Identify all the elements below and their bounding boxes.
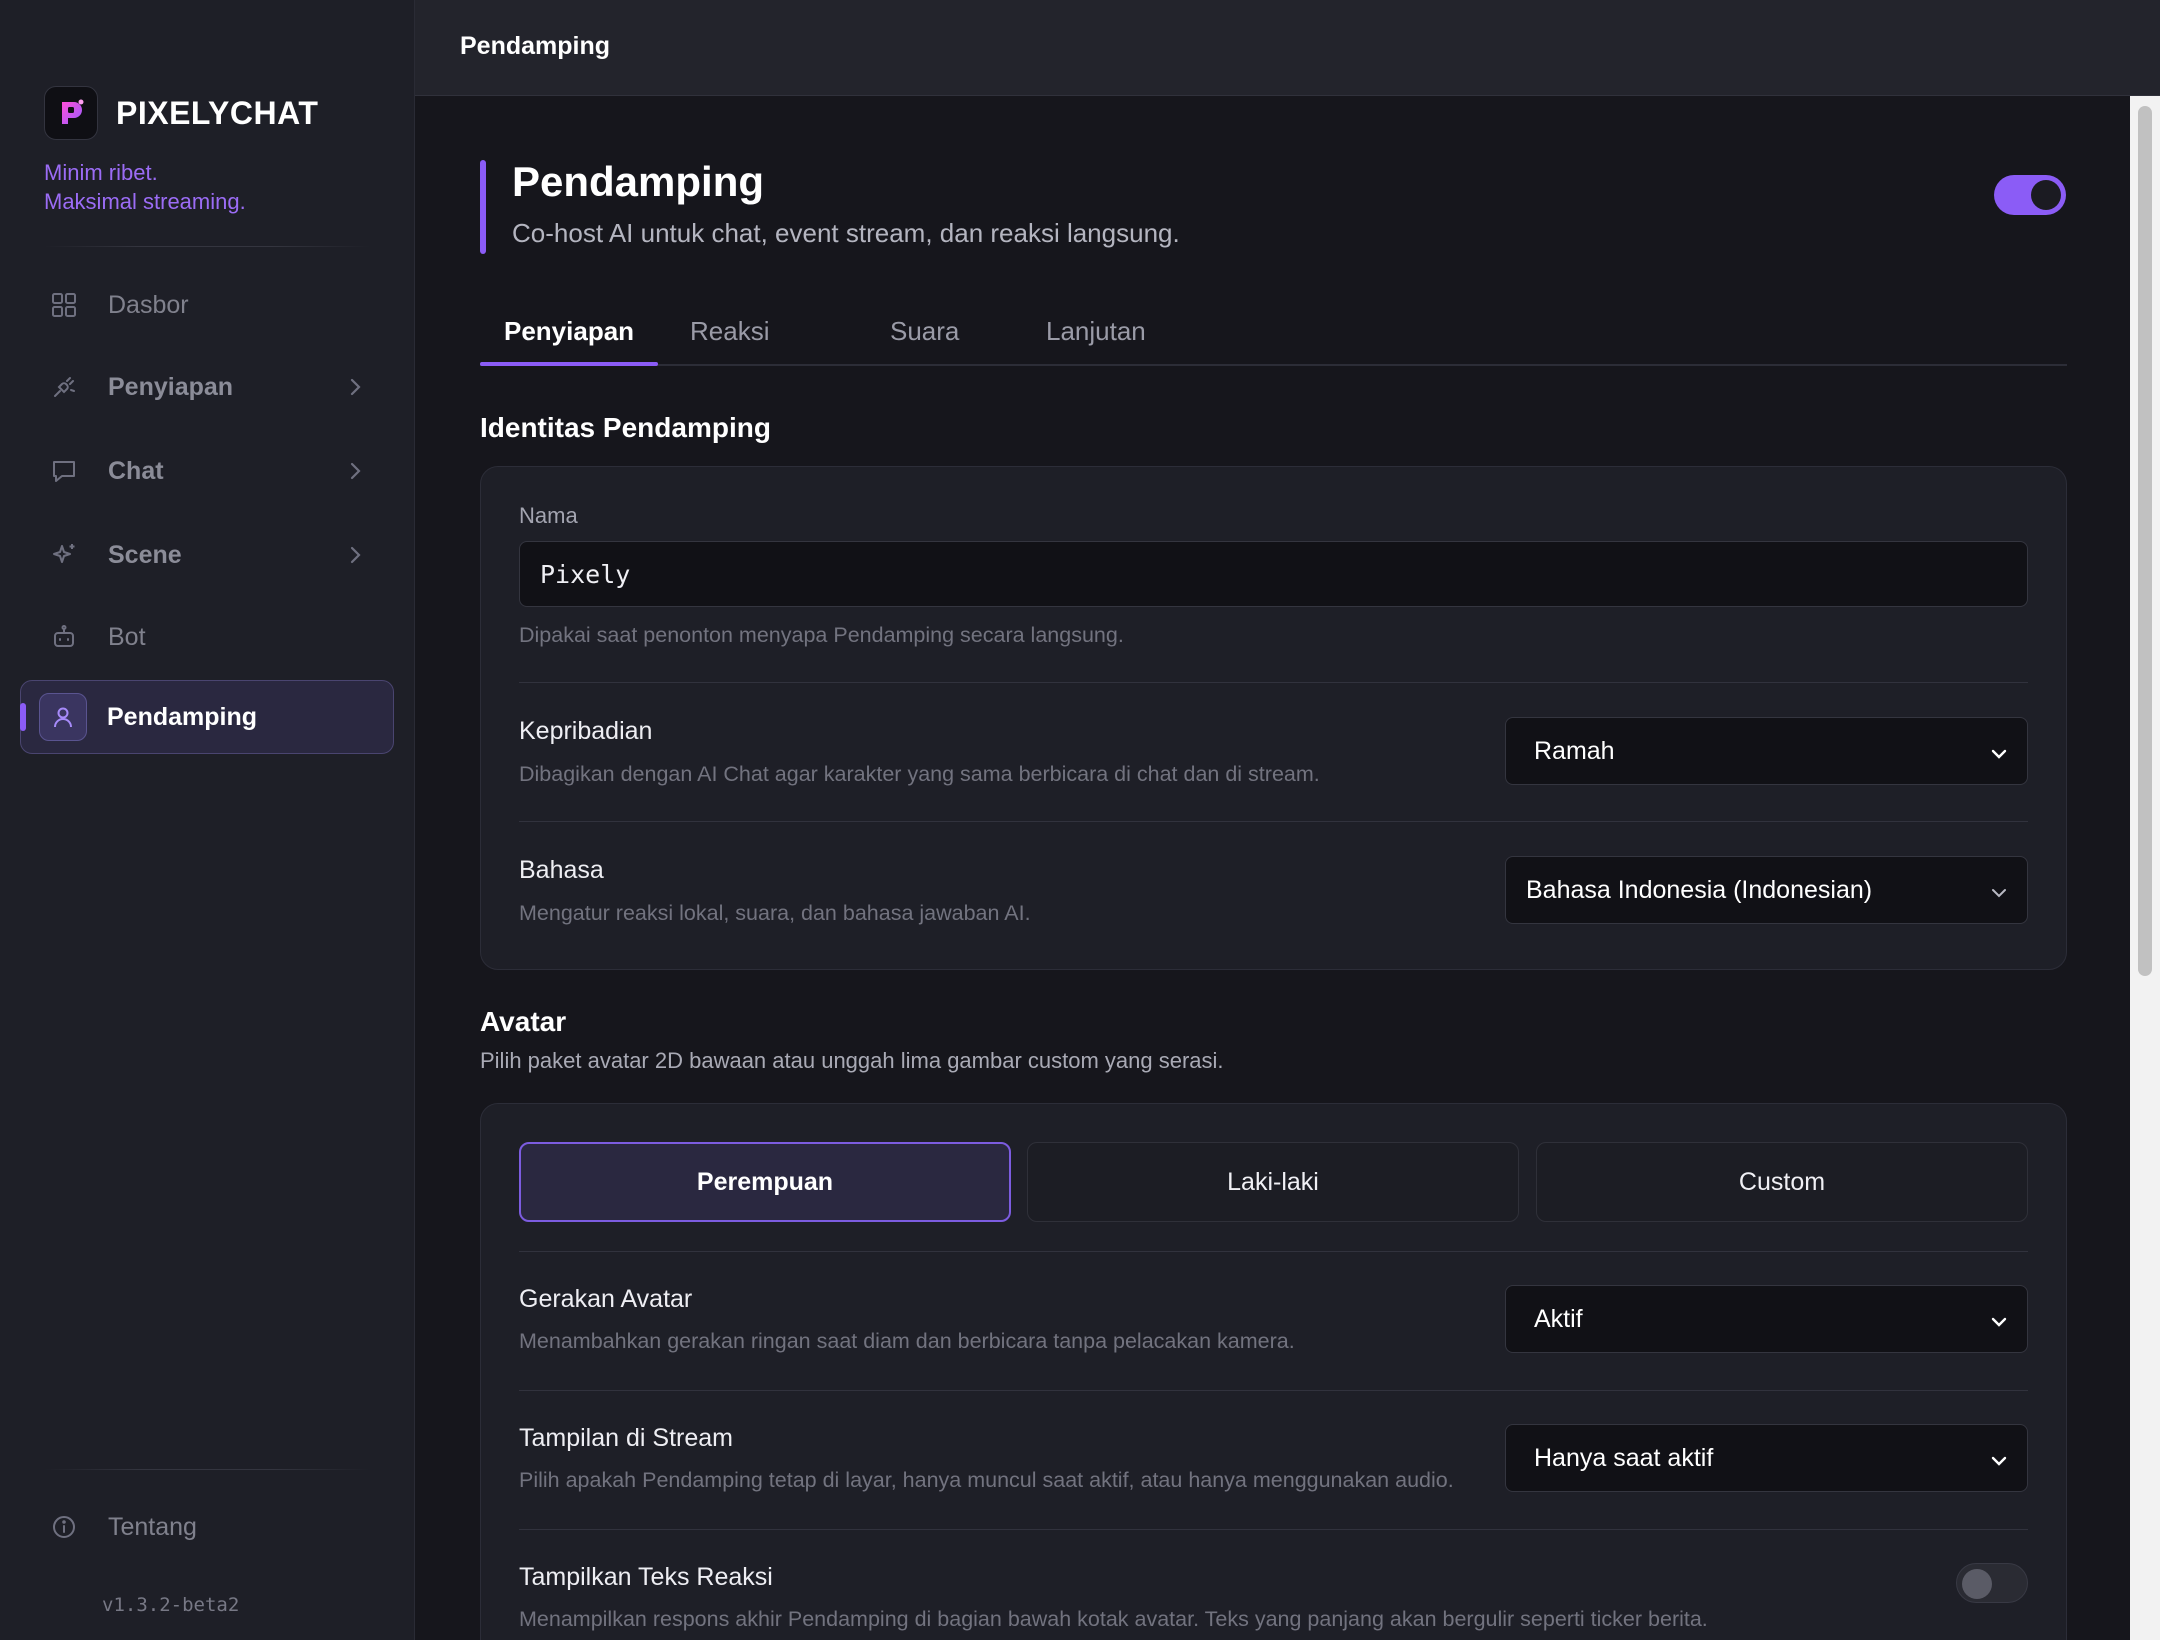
reaction-text-desc: Menampilkan respons akhir Pendamping di … bbox=[519, 1607, 1708, 1631]
sidebar-item-tentang[interactable]: Tentang bbox=[20, 1490, 394, 1564]
brand-logo-icon bbox=[44, 86, 98, 140]
sidebar-item-label: Chat bbox=[108, 456, 164, 485]
robot-icon bbox=[40, 613, 88, 661]
sidebar-item-dasbor[interactable]: Dasbor bbox=[20, 268, 394, 342]
pendamping-enable-toggle[interactable] bbox=[1994, 175, 2066, 215]
sidebar-item-label: Dasbor bbox=[108, 290, 189, 319]
sidebar: PIXELYCHAT Minim ribet. Maksimal streami… bbox=[0, 0, 415, 1640]
sidebar-item-chat[interactable]: Chat bbox=[20, 434, 394, 508]
settings-tabs: Penyiapan Reaksi Suara Lanjutan bbox=[480, 296, 2067, 366]
reaction-text-toggle[interactable] bbox=[1956, 1563, 2028, 1603]
sidebar-item-penyiapan[interactable]: Penyiapan bbox=[20, 350, 394, 424]
personality-select-value: Ramah bbox=[1534, 736, 1615, 765]
topbar: Pendamping bbox=[415, 0, 2160, 96]
chevron-right-icon bbox=[348, 460, 362, 487]
card-divider bbox=[519, 1529, 2028, 1530]
motion-title: Gerakan Avatar bbox=[519, 1285, 693, 1313]
scrollbar[interactable] bbox=[2130, 96, 2160, 1640]
display-select[interactable]: Hanya saat aktif bbox=[1505, 1424, 2028, 1492]
brand-name: PIXELYCHAT bbox=[116, 94, 319, 131]
language-title: Bahasa bbox=[519, 856, 604, 884]
name-label: Nama bbox=[519, 503, 578, 528]
language-desc: Mengatur reaksi lokal, suara, dan bahasa… bbox=[519, 901, 1031, 925]
chevron-down-icon bbox=[1989, 742, 2009, 771]
page-subtitle: Co-host AI untuk chat, event stream, dan… bbox=[512, 218, 1180, 248]
tab-reaksi[interactable]: Reaksi bbox=[690, 316, 769, 347]
avatar-desc: Pilih paket avatar 2D bawaan atau unggah… bbox=[480, 1048, 1224, 1073]
tagline-line-2: Maksimal streaming. bbox=[44, 189, 246, 214]
chevron-right-icon bbox=[348, 376, 362, 403]
motion-select-value: Aktif bbox=[1534, 1304, 1583, 1333]
avatar-option-perempuan[interactable]: Perempuan bbox=[519, 1142, 1011, 1222]
sidebar-item-pendamping[interactable]: Pendamping bbox=[20, 680, 394, 754]
avatar-card: Perempuan Laki-laki Custom Gerakan Avata… bbox=[480, 1103, 2067, 1640]
sidebar-item-bot[interactable]: Bot bbox=[20, 600, 394, 674]
chevron-down-icon bbox=[1989, 1449, 2009, 1478]
active-indicator bbox=[20, 703, 26, 731]
tab-suara[interactable]: Suara bbox=[890, 316, 959, 347]
display-select-value: Hanya saat aktif bbox=[1534, 1443, 1714, 1472]
card-divider bbox=[519, 1390, 2028, 1391]
personality-select[interactable]: Ramah bbox=[1505, 717, 2028, 785]
tagline: Minim ribet. Maksimal streaming. bbox=[44, 158, 246, 216]
sidebar-item-label: Bot bbox=[108, 622, 146, 651]
topbar-title: Pendamping bbox=[460, 32, 611, 60]
sidebar-item-label: Penyiapan bbox=[108, 372, 234, 401]
sidebar-divider bbox=[44, 1469, 370, 1470]
page-title: Pendamping bbox=[512, 158, 765, 205]
chevron-right-icon bbox=[348, 544, 362, 571]
scrollbar-thumb[interactable] bbox=[2138, 106, 2152, 976]
chat-icon bbox=[40, 447, 88, 495]
toggle-knob bbox=[1962, 1569, 1992, 1599]
header-accent-bar bbox=[480, 160, 486, 254]
name-hint: Dipakai saat penonton menyapa Pendamping… bbox=[519, 623, 1124, 647]
plug-icon bbox=[40, 363, 88, 411]
sidebar-divider bbox=[44, 246, 370, 247]
sidebar-item-label: Tentang bbox=[108, 1512, 197, 1541]
motion-desc: Menambahkan gerakan ringan saat diam dan… bbox=[519, 1329, 1295, 1353]
motion-select[interactable]: Aktif bbox=[1505, 1285, 2028, 1353]
reaction-text-title: Tampilkan Teks Reaksi bbox=[519, 1563, 773, 1591]
main-content: Pendamping Co-host AI untuk chat, event … bbox=[415, 96, 2160, 1640]
info-icon bbox=[40, 1503, 88, 1551]
card-divider bbox=[519, 1251, 2028, 1252]
chevron-down-icon bbox=[1989, 881, 2009, 910]
language-select-value: Bahasa Indonesia (Indonesian) bbox=[1526, 875, 1873, 904]
name-input[interactable]: Pixely bbox=[519, 541, 2028, 607]
user-icon bbox=[39, 693, 87, 741]
tab-active-underline bbox=[480, 362, 658, 366]
card-divider bbox=[519, 682, 2028, 683]
display-title: Tampilan di Stream bbox=[519, 1424, 733, 1452]
personality-desc: Dibagikan dengan AI Chat agar karakter y… bbox=[519, 762, 1320, 786]
section-title-identitas: Identitas Pendamping bbox=[480, 412, 771, 443]
brand[interactable]: PIXELYCHAT bbox=[44, 86, 318, 140]
personality-title: Kepribadian bbox=[519, 717, 653, 745]
tab-lanjutan[interactable]: Lanjutan bbox=[1046, 316, 1146, 347]
language-select[interactable]: Bahasa Indonesia (Indonesian) bbox=[1505, 856, 2028, 924]
avatar-option-laki-laki[interactable]: Laki-laki bbox=[1027, 1142, 1519, 1222]
app-window: PIXELYCHAT Minim ribet. Maksimal streami… bbox=[0, 0, 2160, 1640]
tab-penyiapan[interactable]: Penyiapan bbox=[504, 316, 634, 347]
tagline-line-1: Minim ribet. bbox=[44, 160, 158, 185]
sparkle-icon bbox=[40, 531, 88, 579]
sidebar-item-scene[interactable]: Scene bbox=[20, 518, 394, 592]
app-version: v1.3.2-beta2 bbox=[102, 1594, 240, 1616]
toggle-knob bbox=[2031, 180, 2061, 210]
grid-icon bbox=[40, 281, 88, 329]
chevron-down-icon bbox=[1989, 1310, 2009, 1339]
section-title-avatar: Avatar bbox=[480, 1006, 567, 1037]
sidebar-item-label: Pendamping bbox=[107, 702, 258, 731]
display-desc: Pilih apakah Pendamping tetap di layar, … bbox=[519, 1468, 1454, 1492]
identity-card: Nama Pixely Dipakai saat penonton menyap… bbox=[480, 466, 2067, 970]
avatar-option-custom[interactable]: Custom bbox=[1536, 1142, 2028, 1222]
sidebar-item-label: Scene bbox=[108, 540, 182, 569]
card-divider bbox=[519, 821, 2028, 822]
